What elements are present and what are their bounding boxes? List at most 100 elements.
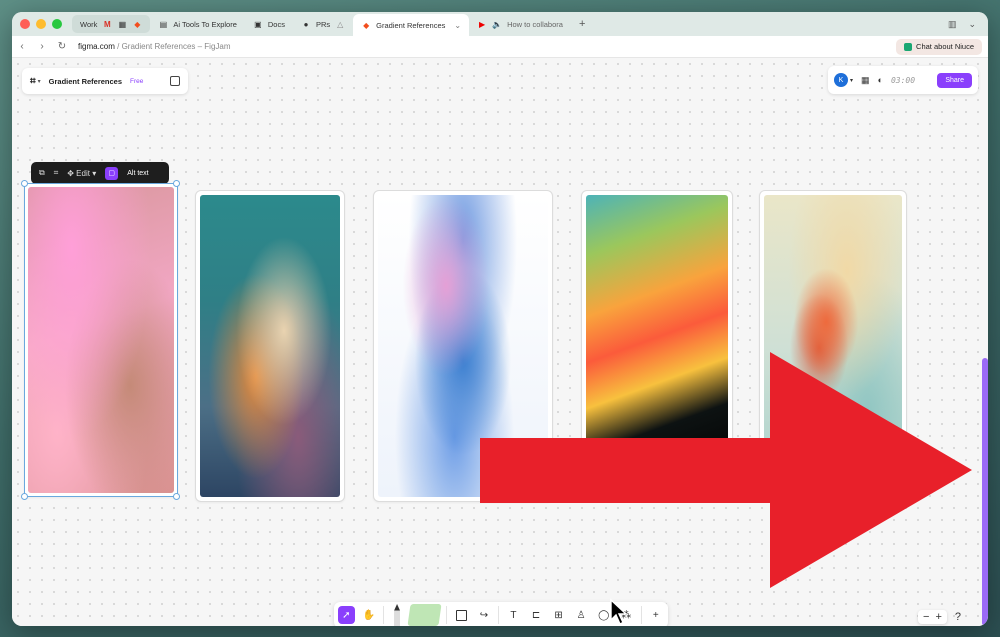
sidebar-icon[interactable]: ▥: [948, 19, 957, 30]
github-icon: ●: [303, 19, 309, 29]
figjam-canvas[interactable]: ⌗ ▾ Gradient References Free K ▾ ▦ ◐ 03:…: [12, 58, 988, 626]
youtube-icon: ▶: [478, 19, 486, 29]
plan-badge: Free: [130, 77, 144, 85]
gradient-fill: [200, 195, 340, 497]
chevron-down-icon[interactable]: ▾: [850, 77, 853, 84]
crop-icon[interactable]: ⌗: [54, 168, 59, 178]
speaker-icon: 🔈: [492, 19, 503, 29]
browser-window: Work M ▦ ◆ ▤ Ai Tools To Explore ▣ Docs …: [12, 12, 988, 626]
reload-icon[interactable]: ↻: [52, 41, 72, 52]
frame-icon[interactable]: ▢: [105, 166, 119, 180]
strip-right-controls: ▥ ⌄: [948, 19, 976, 30]
tab-label: Work: [80, 19, 98, 29]
back-icon[interactable]: ‹: [12, 41, 32, 52]
pages-icon[interactable]: [170, 76, 180, 86]
notion-icon: ▤: [159, 19, 168, 29]
file-panel: ⌗ ▾ Gradient References Free: [22, 68, 188, 94]
url-path: / Gradient References – FigJam: [114, 42, 231, 51]
tab-ai-tools[interactable]: ▤ Ai Tools To Explore: [150, 15, 245, 33]
new-tab-button[interactable]: +: [579, 18, 585, 30]
tab-work[interactable]: Work M ▦ ◆: [72, 15, 151, 33]
zoom-box: − +: [918, 610, 947, 624]
figma-icon: ◆: [134, 19, 141, 29]
file-name[interactable]: Gradient References: [49, 77, 122, 86]
minimize-window-button[interactable]: [36, 19, 46, 29]
text-tool-icon[interactable]: T: [505, 606, 522, 624]
gradient-fill: [378, 195, 548, 497]
chat-icon: [904, 42, 913, 51]
resize-handle[interactable]: [21, 180, 28, 187]
gradient-image-4[interactable]: [581, 190, 733, 454]
tab-prs[interactable]: ● PRs △: [293, 15, 353, 33]
zoom-in-button[interactable]: +: [935, 611, 941, 623]
shape-tool-icon[interactable]: [453, 606, 470, 624]
zoom-controls: − + ?: [918, 608, 974, 626]
chevron-down-icon[interactable]: ▾: [38, 78, 41, 85]
section-tool-icon[interactable]: ⊏: [528, 606, 545, 624]
figjam-logo-icon[interactable]: ⌗: [30, 76, 36, 87]
tab-strip: Work M ▦ ◆ ▤ Ai Tools To Explore ▣ Docs …: [12, 12, 988, 36]
marker-tool-icon[interactable]: [390, 604, 403, 626]
table-tool-icon[interactable]: ⊞: [550, 606, 567, 624]
edit-button[interactable]: ✥ Edit ▾: [67, 169, 96, 178]
tab-gradient-references[interactable]: ◆ Gradient References ⌄: [353, 14, 470, 36]
toolbar-divider: [640, 606, 642, 624]
resize-handle[interactable]: [173, 180, 180, 187]
warning-icon: △: [337, 19, 344, 29]
stamp-tool-icon[interactable]: ♙: [573, 606, 590, 624]
canvas-scrollbar[interactable]: [982, 358, 988, 626]
tab-label: Ai Tools To Explore: [173, 19, 237, 29]
tab-how-to-collaborate[interactable]: ▶ 🔈 How to collabora: [469, 15, 571, 33]
close-window-button[interactable]: [20, 19, 30, 29]
edit-label: Edit: [76, 168, 90, 178]
help-button[interactable]: ?: [955, 611, 961, 623]
toolbar-divider: [446, 606, 448, 624]
gradient-image-1[interactable]: [24, 183, 178, 497]
tab-menu-icon[interactable]: ⌄: [454, 21, 461, 30]
gradient-image-2[interactable]: [195, 190, 345, 502]
gmail-icon: M: [104, 19, 111, 29]
tab-label: Docs: [267, 19, 285, 29]
maximize-window-button[interactable]: [52, 19, 62, 29]
url-host: figma.com: [78, 42, 115, 51]
connector-tool-icon[interactable]: ↪: [476, 606, 493, 624]
address-bar: ‹ › ↻ figma.com / Gradient References – …: [12, 36, 988, 58]
tab-docs[interactable]: ▣ Docs: [245, 15, 293, 33]
resize-handle[interactable]: [21, 493, 28, 500]
chevron-down-icon[interactable]: ⌄: [968, 19, 976, 30]
alt-text-button[interactable]: Alt text: [127, 170, 148, 177]
gradient-fill: [28, 187, 174, 493]
select-tool-icon[interactable]: ➚: [338, 606, 355, 624]
gradient-image-5[interactable]: [759, 190, 907, 454]
tab-label: How to collabora: [507, 19, 563, 29]
replace-image-icon[interactable]: ⧉: [39, 168, 45, 178]
resize-handle[interactable]: [173, 493, 180, 500]
layout-icon[interactable]: ▦: [861, 75, 870, 86]
calendar-icon: ▦: [118, 19, 127, 29]
chat-button[interactable]: Chat about Niuce: [896, 38, 982, 55]
timer-value: 03:00: [890, 75, 916, 85]
hand-tool-icon[interactable]: ✋: [361, 606, 378, 624]
more-tools-icon[interactable]: +: [647, 606, 664, 624]
mouse-cursor-icon: [610, 598, 628, 625]
gradient-fill: [586, 195, 728, 449]
header-right-panel: K ▾ ▦ ◐ 03:00 Share: [828, 66, 978, 94]
figma-icon: ◆: [363, 20, 370, 30]
share-button[interactable]: Share: [937, 72, 972, 88]
tab-label: Gradient References: [376, 20, 446, 30]
window-controls: [20, 19, 62, 29]
tab-label: PRs: [315, 19, 331, 29]
url-field[interactable]: figma.com / Gradient References – FigJam: [78, 42, 231, 51]
gradient-fill: [764, 195, 902, 449]
toolbar-divider: [383, 606, 385, 624]
forward-icon[interactable]: ›: [32, 41, 52, 52]
gradient-image-3[interactable]: [373, 190, 553, 502]
sticky-note-tool-icon[interactable]: [407, 604, 442, 626]
chat-button-label: Chat about Niuce: [916, 42, 974, 51]
docs-icon: ▣: [254, 19, 262, 29]
image-toolbar: ⧉ ⌗ ✥ Edit ▾ ▢ Alt text: [31, 162, 169, 184]
avatar[interactable]: K: [834, 73, 848, 87]
timer-icon[interactable]: ◐: [878, 75, 883, 85]
toolbar-divider: [498, 606, 500, 624]
zoom-out-button[interactable]: −: [923, 611, 929, 623]
